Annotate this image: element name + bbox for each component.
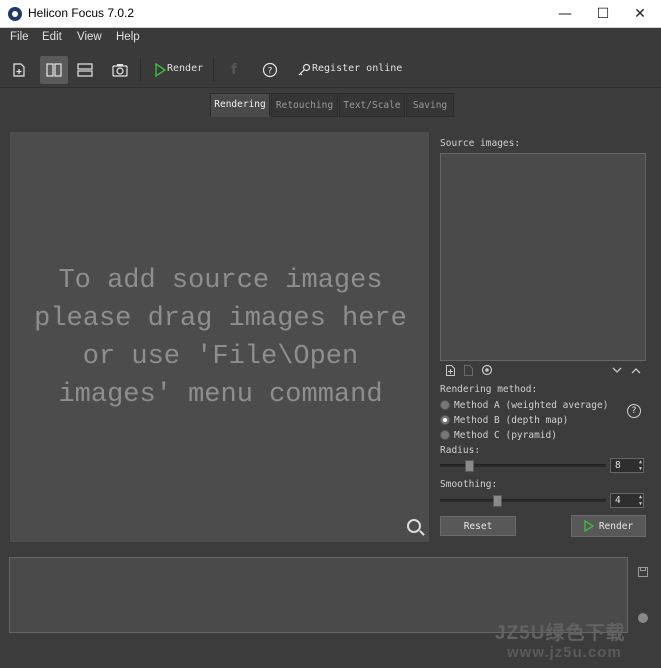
radius-spinbox[interactable]: 8 ▲ ▼ <box>610 458 644 473</box>
close-button[interactable]: ✕ <box>622 0 658 28</box>
toolbar-separator <box>213 58 214 82</box>
method-b-label: Method B (depth map) <box>454 414 569 426</box>
add-source-icon[interactable] <box>444 364 456 376</box>
preview-area[interactable]: To add source images please drag images … <box>9 131 430 543</box>
method-b-option[interactable]: Method B (depth map) <box>440 413 568 427</box>
facebook-icon[interactable]: f <box>220 56 248 84</box>
smoothing-label: Smoothing: <box>440 479 498 490</box>
smoothing-slider-track[interactable] <box>440 499 606 502</box>
source-images-list[interactable] <box>440 153 646 361</box>
add-images-icon[interactable] <box>5 56 33 84</box>
app-logo-icon <box>8 7 22 21</box>
method-c-option[interactable]: Method C (pyramid) <box>440 428 557 442</box>
watermark: JZ5U绿色下载 www.jz5u.com <box>495 618 659 664</box>
spin-arrows-icon[interactable]: ▲ ▼ <box>639 459 642 473</box>
radius-value: 8 <box>615 460 621 471</box>
tab-retouching[interactable]: Retouching <box>271 93 338 117</box>
render-button-label: Render <box>598 520 634 532</box>
radio-button[interactable] <box>440 400 450 410</box>
zoom-icon[interactable] <box>407 519 421 533</box>
tab-text-scale[interactable]: Text/Scale <box>339 93 405 117</box>
maximize-button[interactable]: ☐ <box>585 0 621 28</box>
save-log-icon[interactable] <box>637 566 649 578</box>
method-a-label: Method A (weighted average) <box>454 399 609 411</box>
menu-bar: File Edit View Help <box>0 28 661 50</box>
camera-icon[interactable] <box>106 56 134 84</box>
radio-button-selected[interactable] <box>440 415 450 425</box>
watermark-line1: JZ5U绿色下载 <box>495 623 626 644</box>
reset-button[interactable]: Reset <box>440 516 516 536</box>
method-a-option[interactable]: Method A (weighted average) <box>440 398 608 412</box>
chevron-down-icon[interactable] <box>611 364 623 376</box>
menu-view[interactable]: View <box>77 31 102 43</box>
tab-saving[interactable]: Saving <box>406 93 454 117</box>
remove-source-icon[interactable] <box>462 364 474 376</box>
register-online-label[interactable]: Register online <box>312 63 402 74</box>
radius-slider-thumb[interactable] <box>465 460 475 472</box>
source-images-label: Source images: <box>440 138 521 149</box>
drop-hint-text: To add source images please drag images … <box>34 266 407 410</box>
settings-source-icon[interactable] <box>481 364 493 376</box>
render-play-icon <box>584 520 594 532</box>
watermark-line2: www.jz5u.com <box>507 644 622 661</box>
radio-button[interactable] <box>440 430 450 440</box>
layout-stacked-icon[interactable] <box>71 56 99 84</box>
render-button[interactable]: Render <box>571 515 646 537</box>
smoothing-value: 4 <box>615 495 621 506</box>
render-toolbar-label[interactable]: Render <box>167 63 203 74</box>
chevron-up-icon[interactable] <box>630 364 642 376</box>
smoothing-spinbox[interactable]: 4 ▲ ▼ <box>610 493 644 508</box>
title-bar: Helicon Focus 7.0.2 — ☐ ✕ <box>0 0 661 28</box>
tab-rendering[interactable]: Rendering <box>210 93 270 117</box>
menu-edit[interactable]: Edit <box>42 31 62 43</box>
svg-text:?: ? <box>268 67 273 77</box>
help-icon[interactable]: ? <box>256 56 284 84</box>
rendering-method-label: Rendering method: <box>440 384 538 395</box>
smoothing-slider-thumb[interactable] <box>493 495 503 507</box>
menu-help[interactable]: Help <box>116 31 140 43</box>
method-c-label: Method C (pyramid) <box>454 429 557 441</box>
window-title: Helicon Focus 7.0.2 <box>28 6 135 20</box>
method-help-icon[interactable]: ? <box>627 404 641 418</box>
radius-label: Radius: <box>440 445 481 456</box>
layout-side-by-side-icon[interactable] <box>40 56 68 84</box>
toolbar: Render f ? Register online <box>0 50 661 88</box>
toolbar-separator <box>140 58 141 82</box>
spin-arrows-icon[interactable]: ▲ ▼ <box>639 494 642 508</box>
minimize-button[interactable]: — <box>547 0 583 28</box>
menu-file[interactable]: File <box>10 31 29 43</box>
